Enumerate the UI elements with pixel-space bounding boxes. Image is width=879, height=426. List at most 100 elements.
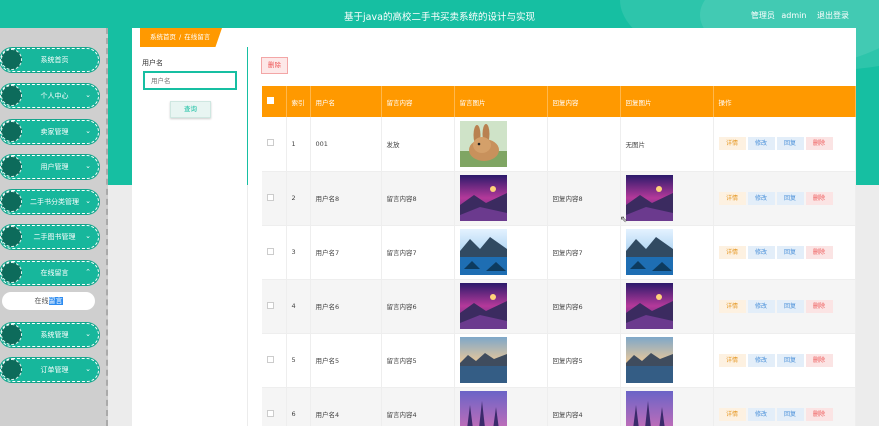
nav-dot-icon xyxy=(1,121,22,142)
delete-button[interactable]: 删除 xyxy=(805,245,833,259)
row-actions: 详情 修改 回复 删除 xyxy=(713,225,856,280)
row-username: 用户名5 xyxy=(310,333,382,388)
row-checkbox[interactable] xyxy=(267,355,274,363)
row-checkbox[interactable] xyxy=(267,247,274,255)
edit-button[interactable]: 修改 xyxy=(747,245,775,259)
row-select-cell[interactable] xyxy=(262,333,287,388)
username-search-input[interactable] xyxy=(143,71,237,90)
row-reply-image xyxy=(620,279,714,334)
nav-dot-icon xyxy=(1,226,22,247)
sidebar-subitem-messages[interactable]: 在线留言 xyxy=(2,292,95,310)
image-thumbnail xyxy=(459,175,547,221)
row-content: 留言内容8 xyxy=(381,171,455,226)
nav-dot-icon xyxy=(1,262,22,283)
row-image xyxy=(454,225,548,280)
user-role: 管理员 xyxy=(750,11,775,20)
chevron-down-icon: ⌄ xyxy=(85,127,91,135)
edit-button[interactable]: 修改 xyxy=(747,191,775,205)
reply-button[interactable]: 回复 xyxy=(776,191,804,205)
row-actions: 详情 修改 回复 删除 xyxy=(713,387,856,426)
reply-button[interactable]: 回复 xyxy=(776,407,804,421)
delete-button[interactable]: 删除 xyxy=(805,353,833,367)
sidebar-item-orders[interactable]: 订单管理 ⌄ xyxy=(0,358,99,382)
messages-table: 索引 用户名 留言内容 留言图片 回复内容 回复图片 操作 1 001 发放 无图片详… xyxy=(262,86,856,426)
edit-button[interactable]: 修改 xyxy=(747,353,775,367)
detail-button[interactable]: 详情 xyxy=(718,299,746,313)
detail-button[interactable]: 详情 xyxy=(718,191,746,205)
row-checkbox[interactable] xyxy=(267,193,274,201)
row-select-cell[interactable] xyxy=(262,387,287,426)
reply-button[interactable]: 回复 xyxy=(776,299,804,313)
row-select-cell[interactable] xyxy=(262,171,287,226)
breadcrumb-current: 在线留言 xyxy=(184,33,211,41)
header-username: 用户名 xyxy=(310,86,382,117)
row-checkbox[interactable] xyxy=(267,139,274,147)
sidebar-item-book-categories[interactable]: 二手书分类管理 ⌄ xyxy=(0,190,99,214)
nav-dot-icon xyxy=(1,191,22,212)
chevron-up-icon: ⌃ xyxy=(85,268,91,276)
detail-button[interactable]: 详情 xyxy=(718,407,746,421)
sidebar-item-system[interactable]: 系统管理 ⌄ xyxy=(0,323,99,347)
reply-button[interactable]: 回复 xyxy=(776,353,804,367)
row-select-cell[interactable] xyxy=(262,279,287,334)
nav-dot-icon xyxy=(1,85,22,106)
detail-button[interactable]: 详情 xyxy=(718,353,746,367)
select-all-checkbox[interactable] xyxy=(267,97,274,104)
table-row: 5 用户名5 留言内容5 回复内容5 详情 修改 回复 删除 xyxy=(262,333,856,388)
chevron-down-icon: ⌄ xyxy=(85,91,91,99)
sidebar-item-sellers[interactable]: 卖家管理 ⌄ xyxy=(0,120,99,144)
row-index: 4 xyxy=(286,279,311,334)
row-reply: 回复内容6 xyxy=(547,279,621,334)
nav-dot-icon xyxy=(1,359,22,380)
table-row: 4 用户名6 留言内容6 回复内容6 详情 修改 回复 删除 xyxy=(262,279,856,334)
row-content: 发放 xyxy=(381,117,455,172)
header-reply-image: 回复图片 xyxy=(620,86,714,117)
logout-link[interactable]: 退出登录 xyxy=(817,11,849,20)
row-image xyxy=(454,171,548,226)
sidebar-item-users[interactable]: 用户管理 ⌄ xyxy=(0,155,99,179)
header-content: 留言内容 xyxy=(381,86,455,117)
row-checkbox[interactable] xyxy=(267,301,274,309)
breadcrumb-home[interactable]: 系统首页 xyxy=(150,33,176,41)
batch-delete-button[interactable]: 删除 xyxy=(261,57,288,74)
chevron-down-icon: ⌄ xyxy=(85,330,91,338)
row-actions: 详情 修改 回复 删除 xyxy=(713,117,856,172)
sidebar-item-messages[interactable]: 在线留言 ⌃ xyxy=(0,261,99,285)
header-index: 索引 xyxy=(286,86,311,117)
row-checkbox[interactable] xyxy=(267,409,274,417)
chevron-down-icon: ⌄ xyxy=(85,365,91,373)
reply-image-thumbnail xyxy=(625,175,713,221)
edit-button[interactable]: 修改 xyxy=(747,137,775,151)
delete-button[interactable]: 删除 xyxy=(805,299,833,313)
search-button[interactable]: 查询 xyxy=(170,101,211,118)
reply-button[interactable]: 回复 xyxy=(776,245,804,259)
edit-button[interactable]: 修改 xyxy=(747,299,775,313)
delete-button[interactable]: 删除 xyxy=(805,407,833,421)
detail-button[interactable]: 详情 xyxy=(718,137,746,151)
row-select-cell[interactable] xyxy=(262,225,287,280)
row-index: 3 xyxy=(286,225,311,280)
subitem-label-selected: 留言 xyxy=(48,297,63,305)
delete-button[interactable]: 删除 xyxy=(805,191,833,205)
detail-button[interactable]: 详情 xyxy=(718,245,746,259)
edit-button[interactable]: 修改 xyxy=(747,407,775,421)
header-image: 留言图片 xyxy=(454,86,548,117)
breadcrumb-tab: 系统首页 / 在线留言 xyxy=(140,28,222,47)
row-reply: 回复内容4 xyxy=(547,387,621,426)
sidebar-item-home[interactable]: 系统首页 xyxy=(0,48,99,72)
row-select-cell[interactable] xyxy=(262,117,287,172)
sidebar-item-books[interactable]: 二手图书管理 ⌄ xyxy=(0,225,99,249)
no-image-text: 无图片 xyxy=(625,140,646,149)
select-all-cell[interactable] xyxy=(262,86,287,117)
reply-image-thumbnail xyxy=(625,391,713,426)
nav-dot-icon xyxy=(1,324,22,345)
sidebar-item-profile[interactable]: 个人中心 ⌄ xyxy=(0,84,99,108)
delete-button[interactable]: 删除 xyxy=(805,137,833,151)
row-index: 2 xyxy=(286,171,311,226)
mouse-cursor-icon: ⇖ xyxy=(620,215,628,225)
image-thumbnail xyxy=(459,337,547,383)
nav-dot-icon xyxy=(1,156,22,177)
reply-button[interactable]: 回复 xyxy=(776,137,804,151)
user-name: admin xyxy=(781,11,807,20)
reply-image-thumbnail xyxy=(625,229,713,275)
